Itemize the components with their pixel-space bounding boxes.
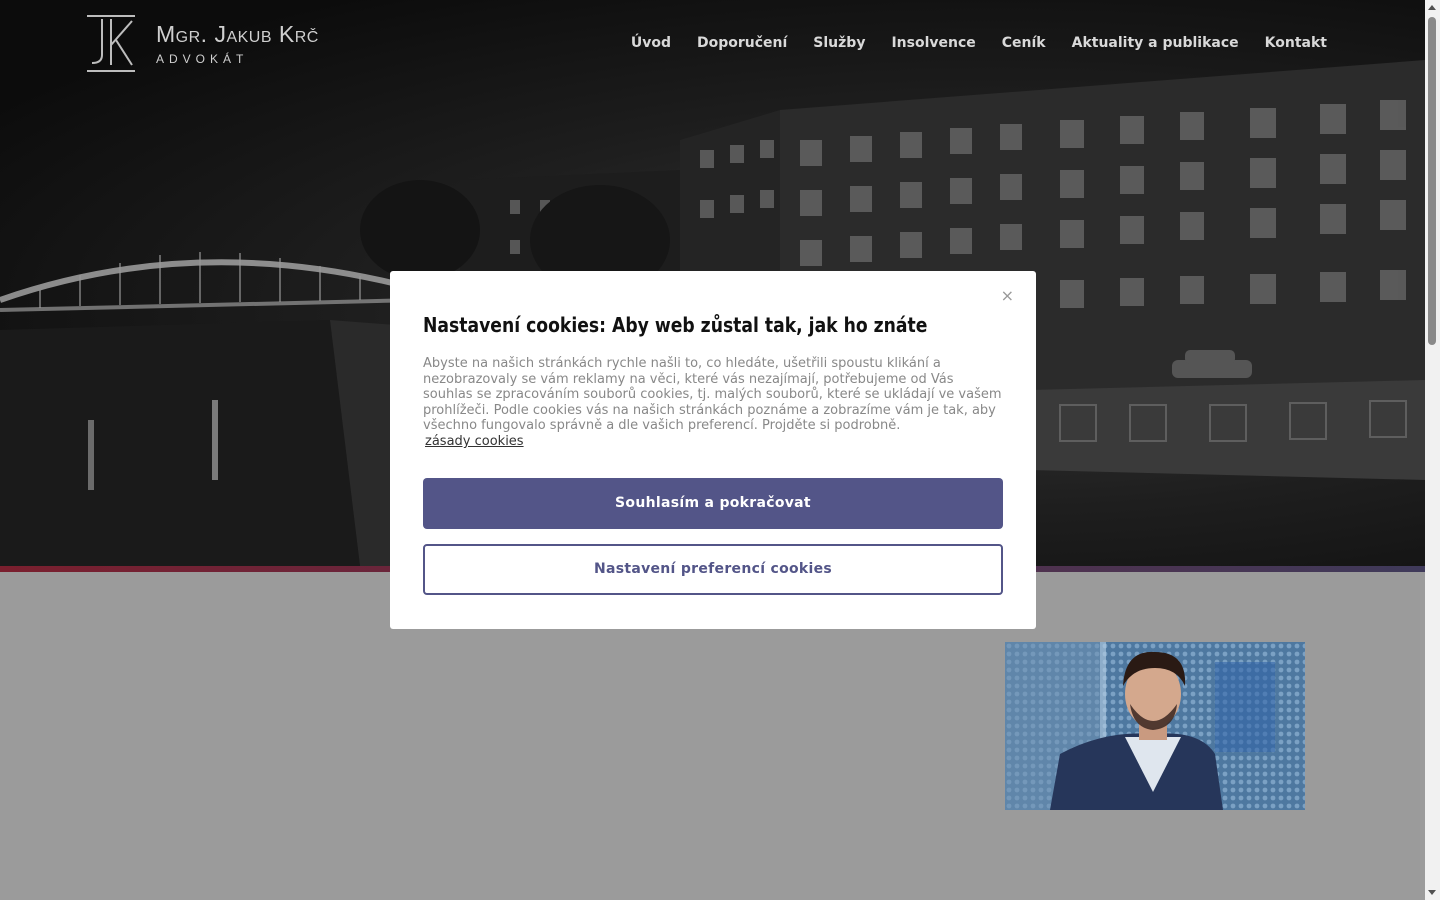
cookie-preferences-button[interactable]: Nastavení preferencí cookies [423,543,1003,595]
scrollbar-thumb[interactable] [1428,17,1436,345]
scroll-down-arrow-icon[interactable] [1428,890,1436,895]
accept-cookies-button[interactable]: Souhlasím a pokračovat [423,477,1003,529]
page-scrollbar[interactable] [1425,0,1440,900]
cookie-modal-title: Nastavení cookies: Aby web zůstal tak, j… [423,313,928,337]
cookie-modal-description: Abyste na našich stránkách rychle našli … [423,356,1002,434]
cookie-modal-text: Abyste na našich stránkách rychle našli … [423,356,1003,450]
scroll-up-arrow-icon[interactable] [1428,5,1436,10]
cookie-policy-link[interactable]: zásady cookies [425,434,524,450]
page: Mgr. Jakub Krč ADVOKÁT Úvod Doporučení S… [0,0,1440,900]
cookie-consent-modal: × Nastavení cookies: Aby web zůstal tak,… [390,271,1036,629]
close-icon[interactable]: × [1001,287,1014,305]
